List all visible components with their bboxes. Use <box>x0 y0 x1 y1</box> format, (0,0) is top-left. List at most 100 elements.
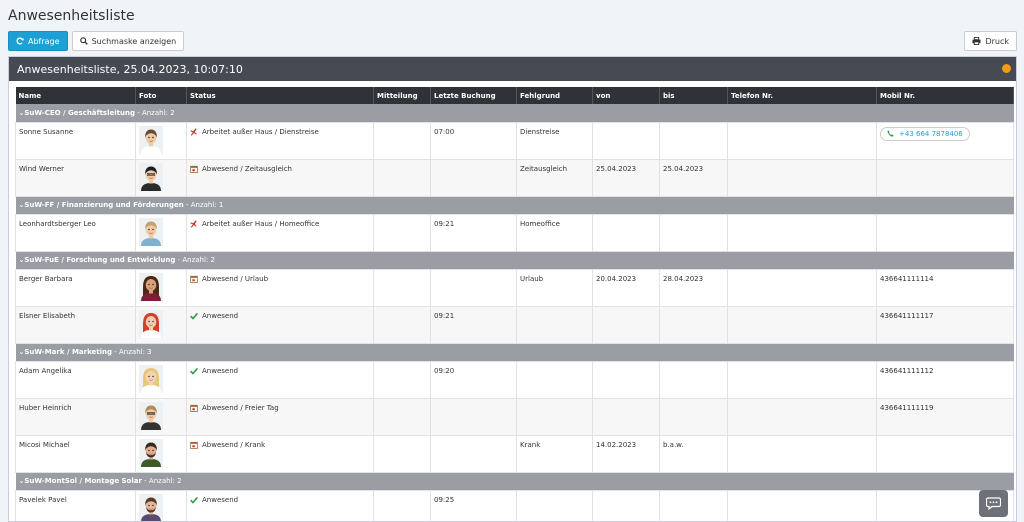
phone-cell <box>727 268 877 307</box>
mobile-cell <box>876 213 1014 252</box>
column-header[interactable]: Letzte Buchung <box>430 87 517 104</box>
phone-cell <box>727 397 877 436</box>
status-cell: Abwesend / Freier Tag <box>186 397 374 436</box>
to-date-cell <box>659 489 728 521</box>
table-row[interactable]: Huber Heinrich Abwesend / Freier Tag 43664… <box>15 397 1014 436</box>
message-cell <box>373 397 431 436</box>
calendar-icon <box>190 404 198 412</box>
search-mask-button[interactable]: Suchmaske anzeigen <box>71 31 185 51</box>
refresh-icon <box>16 37 24 45</box>
group-name: SuW-MontSol / Montage Solar <box>24 477 142 485</box>
to-date-cell: 25.04.2023 <box>659 158 728 197</box>
column-header[interactable]: Fehlgrund <box>516 87 593 104</box>
attendance-table: Name Foto Status Mitteilung Letzte Buchu… <box>15 87 1014 521</box>
group-header[interactable]: ⌄SuW-FuE / Forschung und Entwicklung - A… <box>15 251 1014 269</box>
phone-cell <box>727 213 877 252</box>
group-row[interactable]: ⌄SuW-MontSol / Montage Solar - Anzahl: 2 <box>15 472 1014 490</box>
group-header[interactable]: ⌄SuW-Mark / Marketing - Anzahl: 3 <box>15 343 1014 361</box>
employee-name: Wind Werner <box>15 158 136 197</box>
from-date-cell <box>592 360 660 399</box>
group-header[interactable]: ⌄SuW-MontSol / Montage Solar - Anzahl: 2 <box>15 472 1014 490</box>
employee-name: Sonne Susanne <box>15 121 136 160</box>
column-header[interactable]: Name <box>15 87 136 104</box>
from-date-cell: 14.02.2023 <box>592 434 660 473</box>
from-date-cell <box>592 489 660 521</box>
column-header[interactable]: Mitteilung <box>373 87 431 104</box>
group-header[interactable]: ⌄SuW-FF / Finanzierung und Förderungen -… <box>15 196 1014 214</box>
from-date-cell <box>592 213 660 252</box>
group-header[interactable]: ⌄SuW-CEO / Geschäftsleitung - Anzahl: 2 <box>15 104 1014 122</box>
photo-cell <box>135 360 187 399</box>
group-row[interactable]: ⌄SuW-FF / Finanzierung und Förderungen -… <box>15 196 1014 214</box>
message-cell <box>373 434 431 473</box>
group-count: - Anzahl: 2 <box>141 477 182 485</box>
check-icon <box>190 312 199 320</box>
calendar-icon <box>190 165 198 173</box>
panel-title: Anwesenheitsliste, 25.04.2023, 10:07:10 <box>17 62 243 76</box>
query-button[interactable]: Abfrage <box>8 31 68 51</box>
toolbar: Abfrage Suchmaske anzeigen <box>8 31 185 51</box>
mobile-cell: 436641111119 <box>876 397 1014 436</box>
check-icon <box>190 496 199 504</box>
absence-reason-cell <box>516 489 593 521</box>
call-mobile-link[interactable]: +43 664 7878406 <box>880 126 970 141</box>
avatar <box>139 162 183 191</box>
to-date-cell <box>659 213 728 252</box>
table-row[interactable]: Adam Angelika Anwesend 09:20 436641111112 <box>15 360 1014 399</box>
message-cell <box>373 305 431 344</box>
chat-icon <box>986 497 1001 510</box>
status-text: Arbeitet außer Haus / Homeoffice <box>202 219 320 228</box>
last-booking-cell: 09:20 <box>430 360 517 399</box>
table-header-row: Name Foto Status Mitteilung Letzte Buchu… <box>15 87 1014 104</box>
status-text: Arbeitet außer Haus / Dienstreise <box>202 127 319 136</box>
mobile-cell: 436641111117 <box>876 305 1014 344</box>
table-row[interactable]: Elsner Elisabeth Anwesend 09:21 43664111111… <box>15 305 1014 344</box>
mobile-cell: 436641111112 <box>876 360 1014 399</box>
to-date-cell <box>659 121 728 160</box>
group-row[interactable]: ⌄SuW-FuE / Forschung und Entwicklung - A… <box>15 251 1014 269</box>
group-row[interactable]: ⌄SuW-CEO / Geschäftsleitung - Anzahl: 2 <box>15 104 1014 122</box>
chat-button[interactable] <box>979 490 1008 517</box>
table-row[interactable]: Wind Werner Abwesend / Zeitausgleich Zeita… <box>15 158 1014 197</box>
status-dot-icon[interactable] <box>1002 64 1011 73</box>
group-name: SuW-CEO / Geschäftsleitung <box>24 108 135 117</box>
message-cell <box>373 213 431 252</box>
table-row[interactable]: Leonhardtsberger Leo Arbeitet außer Haus … <box>15 213 1014 252</box>
group-row[interactable]: ⌄SuW-Mark / Marketing - Anzahl: 3 <box>15 343 1014 361</box>
column-header[interactable]: von <box>592 87 660 104</box>
column-header[interactable]: Status <box>186 87 374 104</box>
from-date-cell <box>592 305 660 344</box>
column-header[interactable]: Telefon Nr. <box>727 87 877 104</box>
plane-icon <box>190 219 198 228</box>
photo-cell <box>135 305 187 344</box>
message-cell <box>373 121 431 160</box>
employee-name: Leonhardtsberger Leo <box>15 213 136 252</box>
message-cell <box>373 158 431 197</box>
mobile-cell: +43 664 7878406 <box>876 121 1014 160</box>
photo-cell <box>135 121 187 160</box>
column-header[interactable]: Foto <box>135 87 187 104</box>
table-row[interactable]: Micosi Michael Abwesend / Krank Krank 14.02… <box>15 434 1014 473</box>
status-text: Anwesend <box>202 495 239 504</box>
from-date-cell <box>592 121 660 160</box>
last-booking-cell: 07:00 <box>430 121 517 160</box>
group-count: - Anzahl: 1 <box>183 201 224 209</box>
column-header[interactable]: Mobil Nr. <box>876 87 1014 104</box>
search-icon <box>79 37 88 45</box>
query-button-label: Abfrage <box>28 36 60 46</box>
table-row[interactable]: Sonne Susanne Arbeitet außer Haus / Diens… <box>15 121 1014 160</box>
group-name: SuW-Mark / Marketing <box>24 348 113 356</box>
status-cell: Anwesend <box>186 305 374 344</box>
print-button[interactable]: Druck <box>964 31 1017 51</box>
from-date-cell: 25.04.2023 <box>592 158 660 197</box>
avatar <box>139 309 183 338</box>
photo-cell <box>135 268 187 307</box>
table-row[interactable]: Pavelek Pavel Anwesend 09:25 <box>15 489 1014 521</box>
employee-name: Micosi Michael <box>15 434 136 473</box>
status-cell: Anwesend <box>186 489 374 521</box>
plane-icon <box>190 127 198 136</box>
table-row[interactable]: Berger Barbara Abwesend / Urlaub Urlaub 20.… <box>15 268 1014 307</box>
group-name: SuW-FuE / Forschung und Entwicklung <box>24 256 176 264</box>
phone-cell <box>727 305 877 344</box>
column-header[interactable]: bis <box>659 87 728 104</box>
